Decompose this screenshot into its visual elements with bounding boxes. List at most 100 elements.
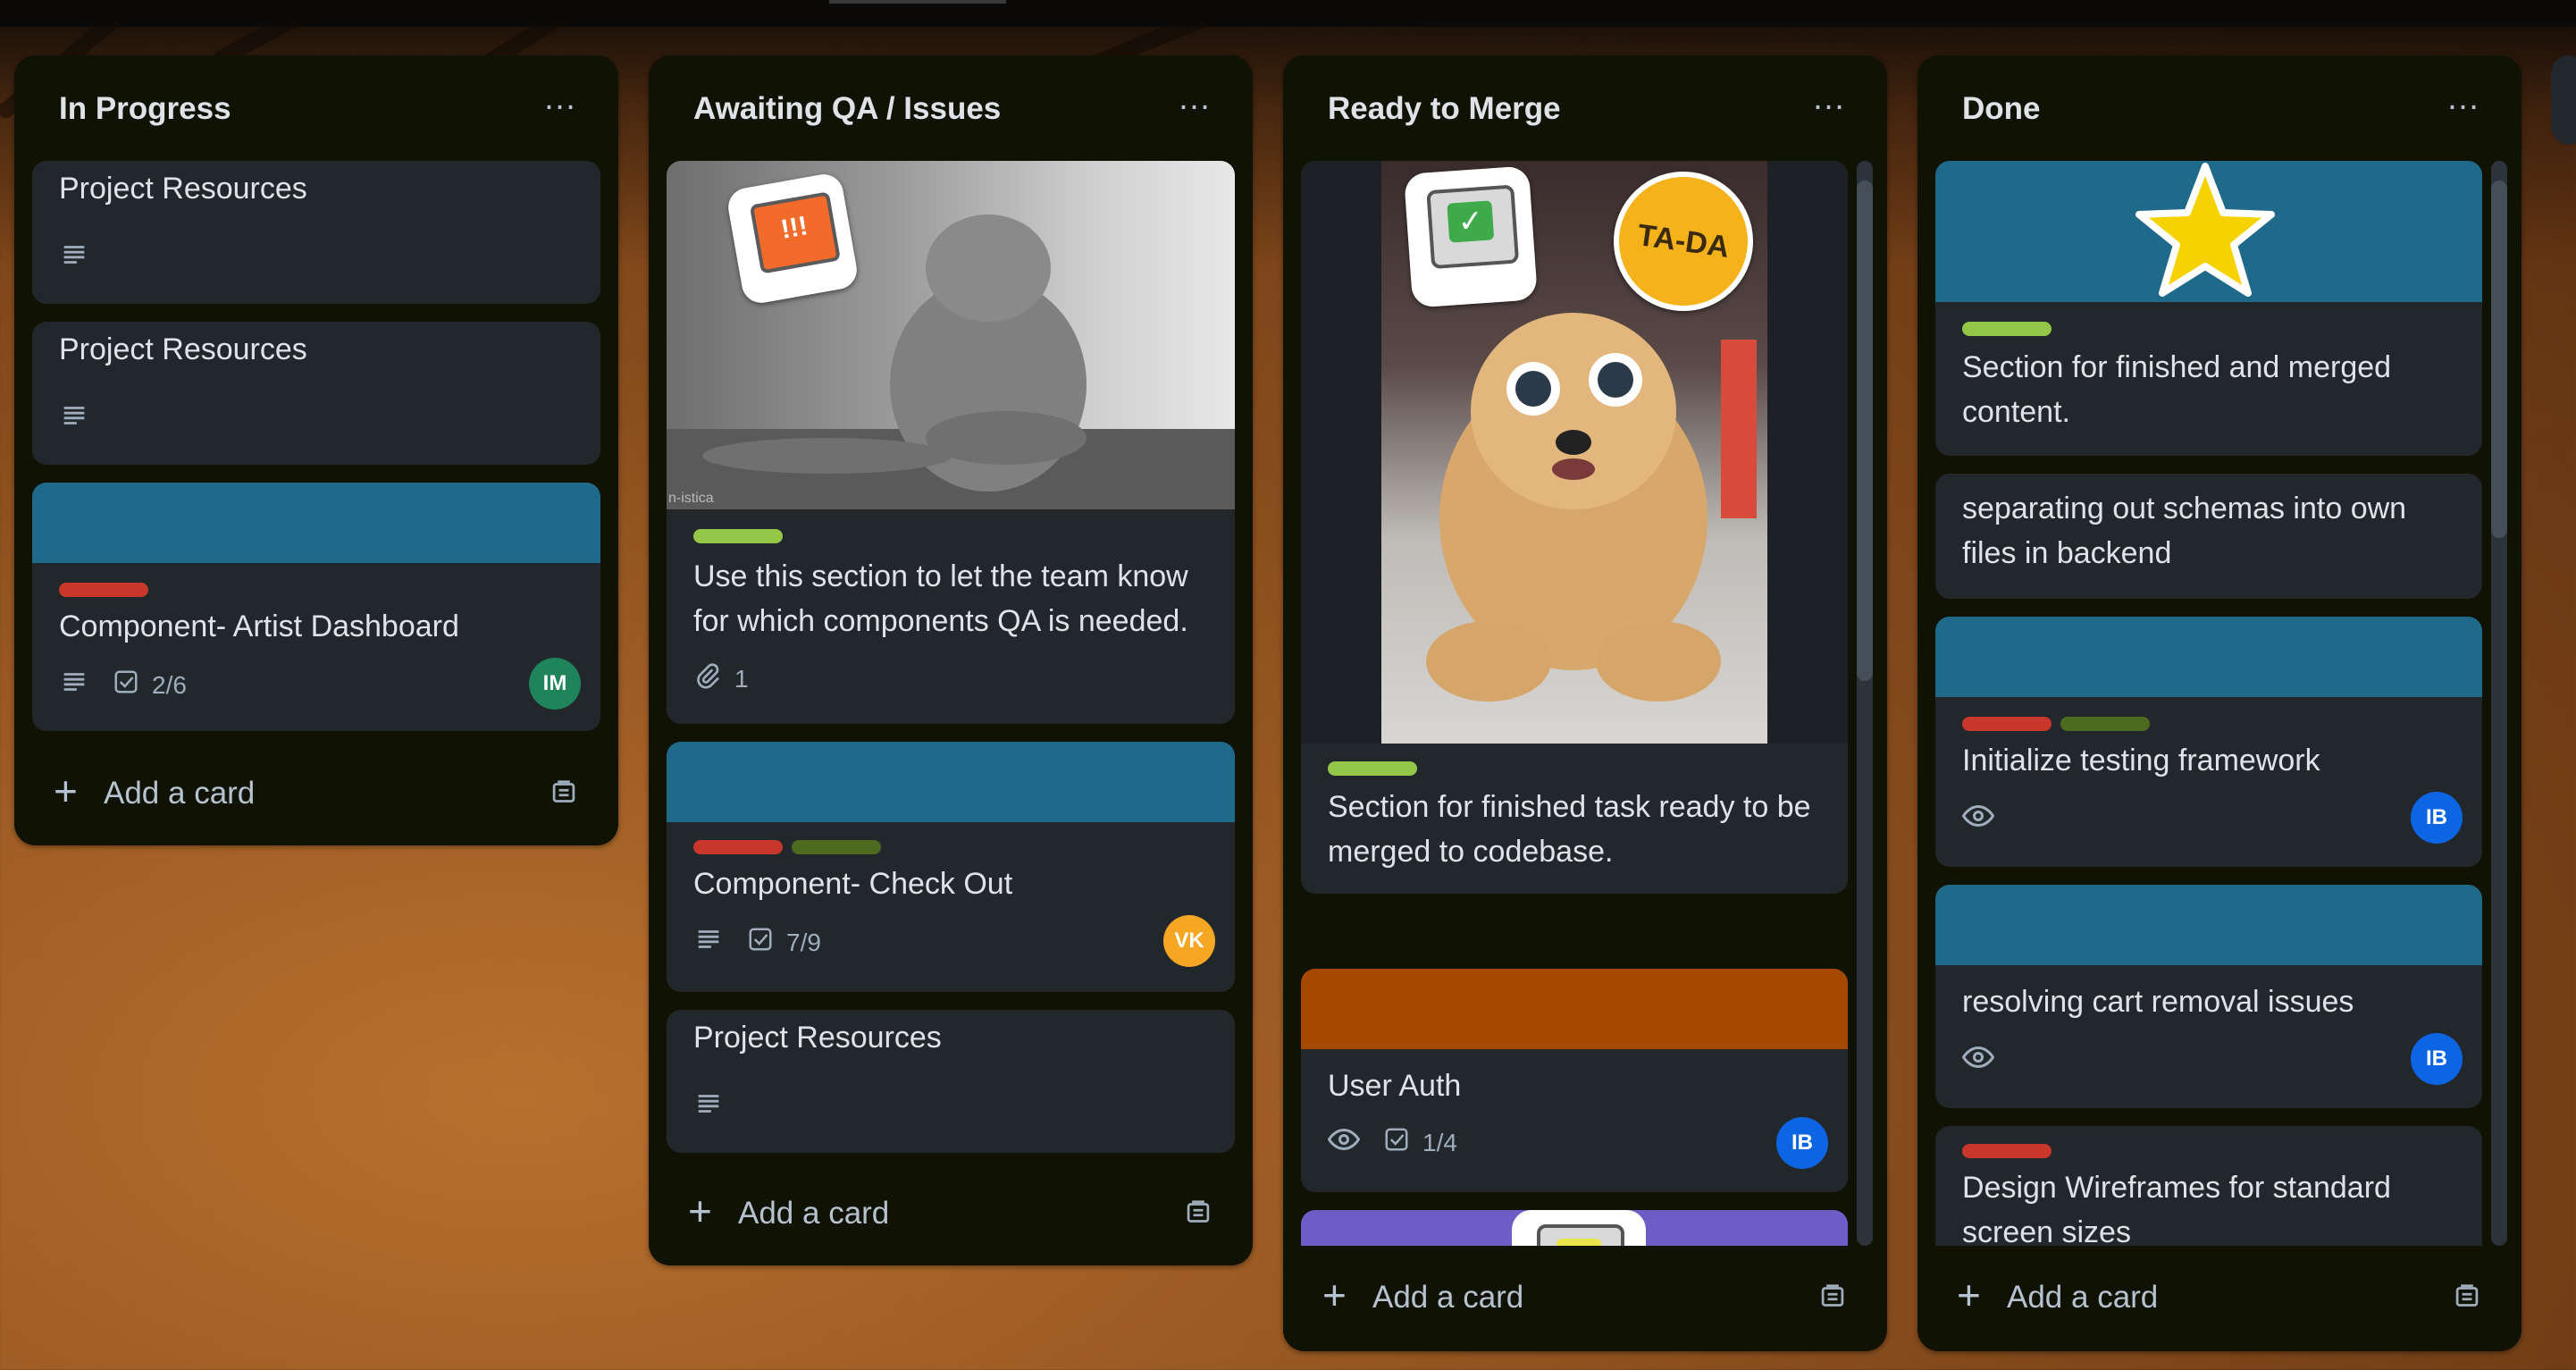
description-icon — [59, 667, 89, 703]
member-avatar[interactable]: VK — [1163, 915, 1215, 967]
attachment-badge: 1 — [693, 661, 749, 696]
label-green[interactable] — [792, 840, 881, 854]
card-template-icon[interactable] — [1183, 1199, 1213, 1231]
add-card-label: Add a card — [2007, 1280, 2159, 1315]
member-avatar[interactable]: IM — [529, 658, 581, 710]
card[interactable]: n-istica !!! Use this section to let the… — [667, 161, 1235, 724]
card-badges — [1961, 803, 1995, 836]
member-avatar[interactable]: IB — [1776, 1117, 1828, 1169]
plus-icon: + — [54, 768, 78, 814]
card-title: Design Wireframes for standard screen si… — [1962, 1171, 2391, 1246]
checkbox-icon — [113, 668, 139, 702]
list-title[interactable]: In Progress — [59, 91, 231, 127]
checklist-count: 1/4 — [1422, 1128, 1457, 1156]
label-red[interactable] — [59, 583, 148, 597]
scrollbar-thumb[interactable] — [2491, 181, 2507, 538]
card[interactable]: Design Wireframes for standard screen si… — [1935, 1126, 2482, 1246]
add-card-button[interactable]: + Add a card — [667, 1181, 1235, 1244]
member-avatar[interactable]: IB — [2411, 792, 2463, 844]
card-badges: 2/6 — [59, 667, 187, 703]
window-tab-indicator — [829, 0, 1006, 4]
add-card-label: Add a card — [104, 776, 256, 811]
check-computer-sticker-icon: ✓ — [1403, 165, 1539, 308]
checklist-badge: 1/4 — [1383, 1126, 1457, 1159]
card-cover — [1301, 969, 1848, 1049]
description-icon — [59, 240, 89, 276]
card-badges — [59, 400, 89, 437]
member-avatar[interactable]: IB — [2411, 1033, 2463, 1085]
list-ready-to-merge: Ready to Merge … ✓ TA-DA Section for fin… — [1283, 55, 1887, 1351]
list-done: Done … Section for finished and merged c… — [1917, 55, 2521, 1351]
list-header: Ready to Merge … — [1283, 55, 1887, 163]
card[interactable]: ✓ TA-DA Section for finished task ready … — [1301, 161, 1848, 894]
next-list-edge[interactable] — [2551, 55, 2576, 145]
card-cover — [1935, 161, 2482, 302]
label-lime[interactable] — [1328, 761, 1417, 776]
add-card-button[interactable]: + Add a card — [1301, 1265, 1869, 1328]
card-title: Project Resources — [59, 172, 307, 206]
card-list: Project Resources Project Resources Comp… — [32, 161, 600, 742]
card-list: ✓ TA-DA Section for finished task ready … — [1301, 161, 1848, 1246]
eye-icon — [1961, 803, 1995, 836]
card-template-icon[interactable] — [1817, 1283, 1848, 1315]
list-title[interactable]: Awaiting QA / Issues — [693, 91, 1001, 127]
list-menu-button[interactable]: … — [1807, 81, 1851, 127]
label-lime[interactable] — [693, 529, 783, 543]
card-labels — [59, 583, 148, 597]
card[interactable]: User Auth 1/4 IB — [1301, 969, 1848, 1192]
list-menu-button[interactable]: … — [2441, 81, 2486, 127]
card[interactable]: Section for finished and merged content. — [1935, 161, 2482, 456]
label-red[interactable] — [1962, 1144, 2052, 1158]
card[interactable]: Project Resources — [32, 161, 600, 304]
computer-sticker-icon: ^_^ — [1512, 1210, 1646, 1246]
list-title[interactable]: Ready to Merge — [1328, 91, 1561, 127]
description-icon — [59, 400, 89, 437]
card-template-icon[interactable] — [2452, 1283, 2482, 1315]
add-card-button[interactable]: + Add a card — [32, 761, 600, 824]
list-header: In Progress … — [14, 55, 618, 163]
add-card-button[interactable]: + Add a card — [1935, 1265, 2504, 1328]
card-list: Section for finished and merged content.… — [1935, 161, 2482, 1246]
add-card-label: Add a card — [1372, 1280, 1524, 1315]
label-green[interactable] — [2060, 717, 2150, 731]
card-labels — [1962, 322, 2052, 336]
label-red[interactable] — [1962, 717, 2052, 731]
list-menu-button[interactable]: … — [538, 81, 583, 127]
card[interactable]: Project Resources — [32, 322, 600, 465]
scrollbar-thumb[interactable] — [1857, 181, 1873, 681]
list-menu-button[interactable]: … — [1172, 81, 1217, 127]
card[interactable]: resolving cart removal issues IB — [1935, 885, 2482, 1108]
card-title: Section for finished task ready to be me… — [1328, 790, 1811, 869]
card[interactable]: Initialize testing framework IB — [1935, 617, 2482, 867]
card-labels — [1328, 761, 1417, 776]
watermark-text: n-istica — [668, 491, 714, 506]
card[interactable]: separating out schemas into own files in… — [1935, 474, 2482, 599]
label-lime[interactable] — [1962, 322, 2052, 336]
card[interactable]: Project Resources — [667, 1010, 1235, 1153]
card[interactable]: Component- Check Out 7/9 VK — [667, 742, 1235, 992]
card-title: Project Resources — [59, 332, 307, 366]
list-scrollbar[interactable] — [2491, 161, 2507, 1246]
card-cover — [667, 742, 1235, 822]
list-title[interactable]: Done — [1962, 91, 2041, 127]
plus-icon: + — [688, 1188, 712, 1234]
card-title: Component- Artist Dashboard — [59, 609, 459, 643]
window-top-strip — [0, 0, 2576, 27]
checklist-count: 2/6 — [152, 670, 187, 699]
card-title: Use this section to let the team know fo… — [693, 559, 1188, 638]
checklist-count: 7/9 — [786, 928, 821, 956]
card-template-icon[interactable] — [549, 779, 579, 811]
list-scrollbar[interactable] — [1857, 161, 1873, 1246]
card-title: Initialize testing framework — [1962, 744, 2320, 777]
list-in-progress: In Progress … Project Resources Project … — [14, 55, 618, 845]
eye-icon — [1961, 1044, 1995, 1077]
checkbox-icon — [747, 926, 774, 959]
card-badges: 1/4 — [1327, 1126, 1457, 1159]
card[interactable]: ^_^ — [1301, 1210, 1848, 1246]
star-sticker-icon — [2135, 163, 2275, 297]
label-red[interactable] — [693, 840, 783, 854]
card-title: User Auth — [1328, 1069, 1462, 1103]
card[interactable]: Component- Artist Dashboard 2/6 IM — [32, 483, 600, 731]
plus-icon: + — [1322, 1272, 1347, 1318]
alert-sticker-icon: !!! — [725, 171, 860, 307]
